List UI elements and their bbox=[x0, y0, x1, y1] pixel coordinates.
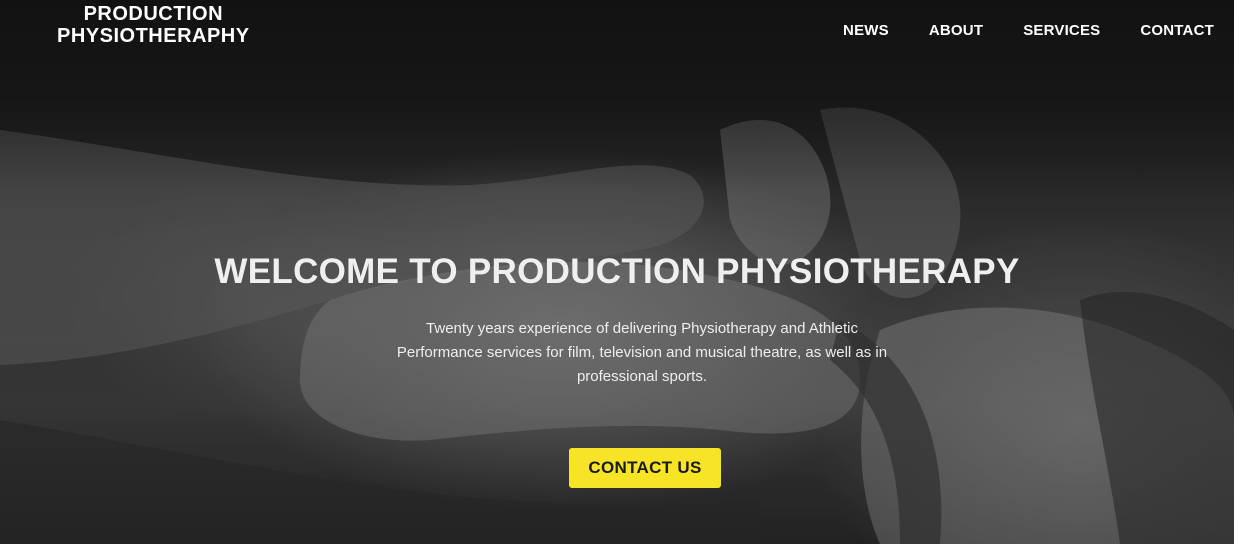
nav-link-services[interactable]: SERVICES bbox=[1023, 22, 1100, 39]
main-nav: NEWS ABOUT SERVICES CONTACT bbox=[843, 22, 1214, 39]
nav-link-contact[interactable]: CONTACT bbox=[1140, 22, 1214, 39]
logo-line-1: PRODUCTION bbox=[83, 3, 224, 25]
logo-line-2: PHYSIOTHERAPHY bbox=[57, 25, 250, 47]
nav-link-about[interactable]: ABOUT bbox=[929, 22, 983, 39]
hero-description: Twenty years experience of delivering Ph… bbox=[396, 320, 888, 385]
nav-link-news[interactable]: NEWS bbox=[843, 22, 889, 39]
hero-title: WELCOME TO PRODUCTION PHYSIOTHERAPY bbox=[214, 252, 1020, 291]
site-logo[interactable]: PRODUCTION PHYSIOTHERAPHY bbox=[57, 3, 250, 47]
hero-section: PRODUCTION PHYSIOTHERAPHY NEWS ABOUT SER… bbox=[0, 0, 1234, 544]
contact-us-button[interactable]: CONTACT US bbox=[569, 448, 721, 488]
